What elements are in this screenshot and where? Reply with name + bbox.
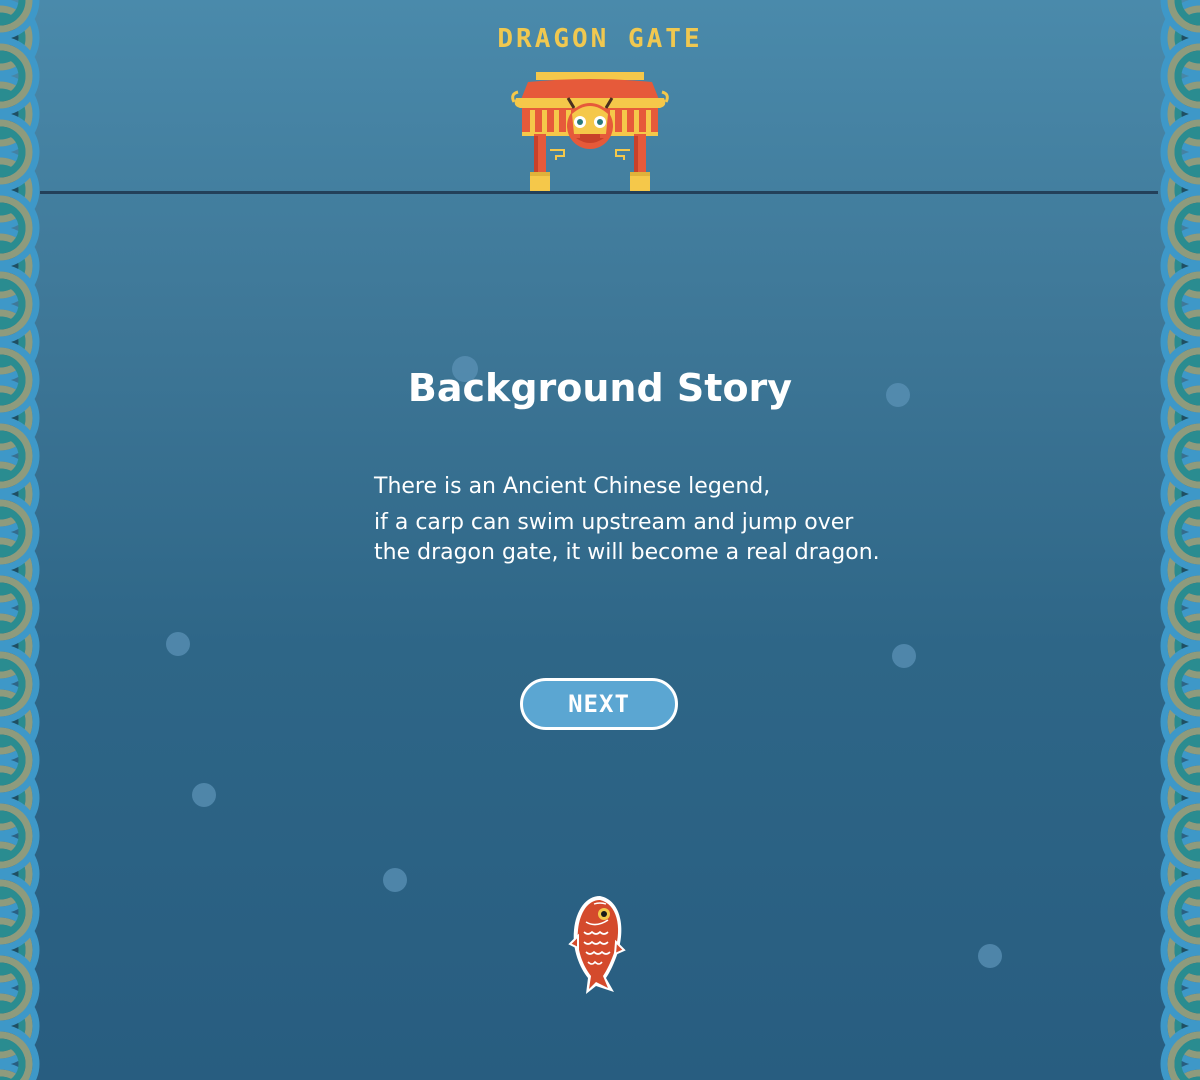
- bubble: [892, 644, 916, 668]
- bubble: [383, 868, 407, 892]
- game-title: DRAGON GATE: [497, 24, 703, 54]
- bubble: [166, 632, 190, 656]
- dragon-gate-icon: [511, 72, 669, 192]
- story-text: There is an Ancient Chinese legend, if a…: [374, 472, 880, 568]
- bubble: [192, 783, 216, 807]
- carp-fish-icon: [568, 896, 626, 994]
- left-wave-border: [0, 0, 46, 1080]
- next-button[interactable]: NEXT: [520, 678, 678, 730]
- river-surface-line: [40, 191, 1158, 194]
- story-heading: Background Story: [407, 366, 793, 410]
- story-line: There is an Ancient Chinese legend,: [374, 474, 771, 499]
- bubble: [978, 944, 1002, 968]
- story-line: the dragon gate, it will become a real d…: [374, 540, 880, 565]
- right-wave-border: [1154, 0, 1200, 1080]
- story-line: if a carp can swim upstream and jump ove…: [374, 510, 854, 535]
